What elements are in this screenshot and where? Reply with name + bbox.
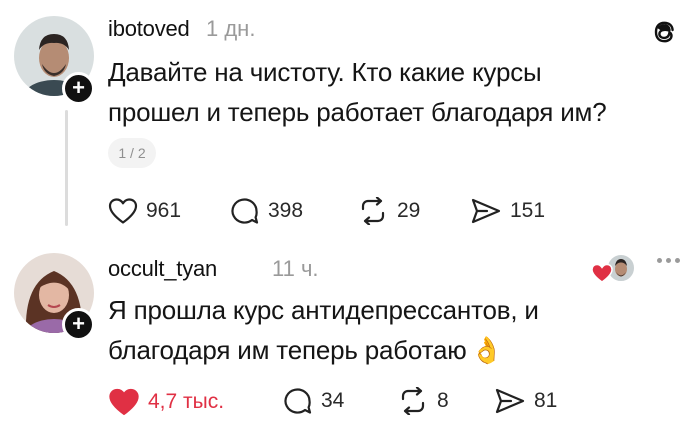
reply-time: 11 ч. [272,256,319,281]
repost-icon [361,197,385,225]
share-count: 81 [534,389,558,412]
reply-text-line-2: благодаря им теперь работаю 👌 [108,330,503,371]
page-indicator[interactable]: 1 / 2 [108,138,156,168]
share-button[interactable]: 151 [470,197,545,225]
author-liked-reaction [590,252,638,286]
repost-count: 8 [437,389,449,412]
comment-icon [231,198,259,224]
repost-count: 29 [397,199,421,222]
post-time: 1 дн. [206,16,256,41]
comment-count: 34 [321,389,345,412]
post-username[interactable]: ibotoved [108,16,190,42]
comment-button[interactable]: 34 [283,387,344,415]
like-button[interactable]: 4,7 тыс. [108,387,224,417]
share-count: 151 [510,199,546,222]
like-count: 4,7 тыс. [148,390,225,413]
post-text-line-2: прошел и теперь работает благодаря им? [108,97,607,127]
like-count: 961 [146,199,182,222]
post-text-line-1: Давайте на чистоту. Кто какие курсы [108,57,542,87]
reply-text-line-2-text: благодаря им теперь работаю [108,335,467,365]
share-icon [495,388,525,414]
heart-icon [108,198,138,224]
comment-icon [284,388,312,414]
more-options-icon[interactable] [657,258,680,263]
ok-hand-emoji: 👌 [470,336,503,366]
thread-line [65,110,68,226]
follow-plus-button[interactable]: + [62,308,95,341]
repost-button[interactable]: 8 [397,387,449,415]
reply-text-line-1: Я прошла курс антидепрессантов, и [108,295,539,325]
like-button[interactable]: 961 [108,197,181,225]
repost-icon [401,387,425,415]
share-button[interactable]: 81 [494,387,557,415]
comment-button[interactable]: 398 [230,197,303,225]
reply-username[interactable]: occult_tyan [108,256,217,282]
follow-plus-button[interactable]: + [62,72,95,105]
comment-count: 398 [268,199,304,222]
threads-logo-icon [650,18,678,46]
share-icon [471,198,501,224]
repost-button[interactable]: 29 [357,197,420,225]
heart-filled-icon [109,388,139,416]
